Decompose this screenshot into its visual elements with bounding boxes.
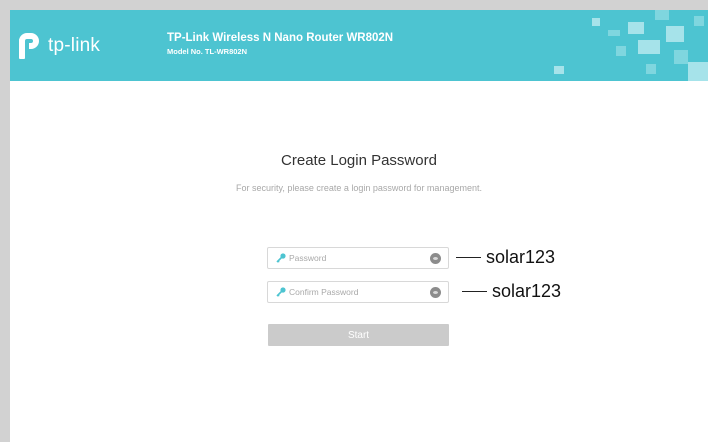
header-bar: tp-link TP-Link Wireless N Nano Router W… — [10, 10, 708, 81]
confirm-password-field[interactable] — [267, 281, 449, 303]
annotation-dash — [456, 257, 481, 258]
password-field[interactable] — [267, 247, 449, 269]
password-annotation: solar123 — [456, 247, 555, 268]
router-setup-page: tp-link TP-Link Wireless N Nano Router W… — [10, 10, 708, 442]
page-title: Create Login Password — [281, 152, 437, 169]
password-input[interactable] — [289, 251, 419, 265]
show-confirm-password-eye-icon[interactable] — [430, 287, 441, 298]
annotation-dash — [462, 291, 487, 292]
key-icon — [276, 287, 286, 297]
tp-link-logo-icon — [19, 33, 39, 59]
model-number: Model No. TL-WR802N — [167, 47, 247, 56]
product-title: TP-Link Wireless N Nano Router WR802N — [167, 32, 394, 44]
logo-text: tp-link — [48, 35, 101, 56]
password-annotation-text: solar123 — [486, 247, 556, 267]
key-icon — [276, 253, 286, 263]
start-button[interactable]: Start — [268, 324, 449, 346]
confirm-annotation: solar123 — [462, 281, 561, 302]
product-info: TP-Link Wireless N Nano Router WR802N Mo… — [167, 32, 393, 56]
confirm-password-input[interactable] — [289, 285, 419, 299]
show-password-eye-icon[interactable] — [430, 253, 441, 264]
page-subtitle: For security, please create a login pass… — [236, 183, 482, 193]
tp-link-logo: tp-link — [16, 31, 100, 61]
confirm-annotation-text: solar123 — [492, 281, 562, 301]
